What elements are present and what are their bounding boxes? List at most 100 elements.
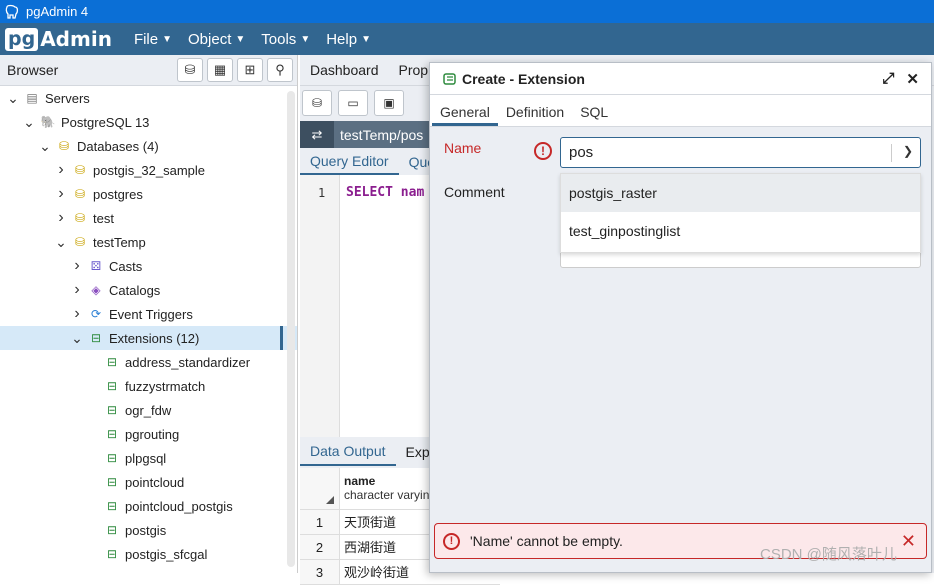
tree-item[interactable]: ⌄ ⛁ testTemp bbox=[0, 230, 297, 254]
window-title: pgAdmin 4 bbox=[26, 4, 89, 19]
tree-item[interactable]: ⊟ ogr_fdw bbox=[0, 398, 297, 422]
tree-item[interactable]: ⌄ ⛁ Databases (4) bbox=[0, 134, 297, 158]
open-file-button[interactable]: ▭ bbox=[338, 90, 368, 116]
search-objects-button[interactable]: ⚲ bbox=[267, 58, 293, 82]
tree-item-label: fuzzystrmatch bbox=[125, 378, 206, 394]
save-button[interactable]: ▣ bbox=[374, 90, 404, 116]
chevron-down-icon[interactable]: ⌄ bbox=[70, 330, 84, 347]
name-select-input[interactable]: pos ❯ bbox=[560, 137, 921, 168]
search-icon: ⚲ bbox=[275, 62, 285, 77]
tree-item[interactable]: › ◈ Catalogs bbox=[0, 278, 297, 302]
tree-item[interactable]: ⊟ fuzzystrmatch bbox=[0, 374, 297, 398]
tab-definition[interactable]: Definition bbox=[498, 104, 572, 126]
column-name: name bbox=[344, 474, 376, 488]
select-all-cell[interactable] bbox=[300, 468, 340, 509]
tree-item[interactable]: ⊟ pointcloud_postgis bbox=[0, 494, 297, 518]
chevron-right-icon[interactable]: › bbox=[70, 257, 84, 275]
database-icon: ⛁ bbox=[74, 211, 86, 225]
chevron-down-icon[interactable]: ⌄ bbox=[6, 90, 20, 107]
cell-value[interactable]: 观沙岭街道 bbox=[340, 560, 409, 584]
tree-item[interactable]: ⊟ postgis bbox=[0, 518, 297, 542]
tab-data-output[interactable]: Data Output bbox=[300, 438, 396, 466]
database-icon: ⛁ bbox=[58, 139, 70, 153]
event-triggers-icon: ⟳ bbox=[90, 307, 102, 321]
object-tree: ⌄ ▤ Servers ⌄ 🐘 PostgreSQL 13 ⌄ ⛁ Databases (4) ›… bbox=[0, 86, 297, 566]
tab-dashboard[interactable]: Dashboard bbox=[300, 62, 389, 78]
tree-item-label: pointcloud bbox=[125, 474, 185, 490]
chevron-right-icon[interactable]: › bbox=[54, 185, 68, 203]
tab-sql[interactable]: SQL bbox=[572, 104, 616, 126]
logo-admin: Admin bbox=[40, 27, 112, 51]
tree-item[interactable]: ⌄ 🐘 PostgreSQL 13 bbox=[0, 110, 297, 134]
filter-rows-button[interactable]: ⊞ bbox=[237, 58, 263, 82]
chevron-down-icon[interactable]: ⌄ bbox=[54, 234, 68, 251]
tab-general[interactable]: General bbox=[432, 104, 498, 126]
option-postgis-raster[interactable]: postgis_raster bbox=[561, 174, 920, 212]
tree-item[interactable]: ⊟ postgis_sfcgal bbox=[0, 542, 297, 566]
tree-item[interactable]: › ⛁ test bbox=[0, 206, 297, 230]
chevron-down-icon: ▼ bbox=[162, 33, 173, 45]
folder-icon: ▭ bbox=[347, 96, 359, 110]
close-icon[interactable]: ✕ bbox=[906, 70, 919, 88]
chevron-right-icon[interactable]: › bbox=[54, 161, 68, 179]
option-test-ginpostinglist[interactable]: test_ginpostinglist bbox=[561, 212, 920, 250]
tree-item[interactable]: › ⚄ Casts bbox=[0, 254, 297, 278]
tree-item-label: pointcloud_postgis bbox=[125, 498, 233, 514]
tree-item[interactable]: › ⟳ Event Triggers bbox=[0, 302, 297, 326]
browser-title: Browser bbox=[7, 62, 59, 78]
chevron-down-icon[interactable]: ⌄ bbox=[38, 138, 52, 155]
tree-item[interactable]: ⌄ ⊟ Extensions (12) bbox=[0, 326, 297, 350]
tree-item[interactable]: ⊟ address_standardizer bbox=[0, 350, 297, 374]
db-button[interactable]: ⛁ bbox=[302, 90, 332, 116]
dialog-title: Create - Extension bbox=[462, 70, 585, 87]
tree-item[interactable]: › ⛁ postgis_32_sample bbox=[0, 158, 297, 182]
menu-help[interactable]: Help ▼ bbox=[326, 31, 371, 48]
column-type: character varyin bbox=[344, 488, 430, 502]
chevron-right-icon[interactable]: › bbox=[54, 209, 68, 227]
select-separator bbox=[891, 144, 892, 162]
menu-file[interactable]: File ▼ bbox=[134, 31, 172, 48]
cell-value[interactable]: 西湖街道 bbox=[340, 535, 396, 559]
tree-item[interactable]: ⊟ plpgsql bbox=[0, 446, 297, 470]
database-icon: ⛁ bbox=[74, 163, 86, 177]
menu-object[interactable]: Object ▼ bbox=[188, 31, 245, 48]
connection-label: testTemp/pos bbox=[340, 126, 424, 143]
tab-query-editor[interactable]: Query Editor bbox=[300, 149, 399, 175]
menu-file-label: File bbox=[133, 30, 159, 48]
tree-item[interactable]: ⊟ pointcloud bbox=[0, 470, 297, 494]
tree-item[interactable]: › ⛁ postgres bbox=[0, 182, 297, 206]
error-icon: ! bbox=[534, 142, 552, 160]
extension-icon: ⊟ bbox=[106, 379, 118, 393]
dialog-title-bar[interactable]: Create - Extension ⤢ ✕ bbox=[430, 63, 931, 95]
chevron-down-icon[interactable]: ❯ bbox=[903, 144, 913, 158]
menu-tools[interactable]: Tools ▼ bbox=[261, 31, 310, 48]
column-header-name[interactable]: name character varyin bbox=[340, 468, 433, 509]
corner-triangle-icon bbox=[326, 496, 334, 504]
close-icon[interactable]: ✕ bbox=[901, 531, 916, 552]
tree-item-label: testTemp bbox=[93, 234, 146, 250]
menu-object-label: Object bbox=[188, 30, 232, 48]
pgadmin-logo: pg Admin bbox=[5, 26, 112, 52]
save-icon: ▣ bbox=[383, 96, 395, 110]
browser-scrollbar[interactable] bbox=[287, 91, 295, 567]
elephant-icon bbox=[5, 4, 19, 19]
tree-item[interactable]: ⊟ pgrouting bbox=[0, 422, 297, 446]
tree-item[interactable]: ⌄ ▤ Servers bbox=[0, 86, 297, 110]
maximize-icon[interactable]: ⤢ bbox=[882, 70, 894, 87]
line-number: 1 bbox=[318, 186, 326, 200]
extension-icon: ⊟ bbox=[106, 475, 118, 489]
chevron-right-icon[interactable]: › bbox=[70, 281, 84, 299]
browser-panel: Browser ⛁ ▦ ⊞ ⚲ ⌄ ▤ Servers ⌄ 🐘 PostgreSQL 13… bbox=[0, 55, 298, 573]
sql-code: SELECT nam bbox=[346, 185, 425, 200]
comment-label: Comment bbox=[444, 184, 505, 200]
query-tool-button[interactable]: ⛁ bbox=[177, 58, 203, 82]
tree-item-label: plpgsql bbox=[125, 450, 167, 466]
chevron-down-icon[interactable]: ⌄ bbox=[22, 114, 36, 131]
tree-item-label: postgis_32_sample bbox=[93, 162, 206, 178]
view-data-button[interactable]: ▦ bbox=[207, 58, 233, 82]
dialog-tabs: General Definition SQL bbox=[430, 95, 931, 127]
tree-item-label: postgis_sfcgal bbox=[125, 546, 208, 562]
cell-value[interactable]: 天顶街道 bbox=[340, 510, 396, 534]
name-options-dropdown: postgis_raster test_ginpostinglist bbox=[560, 173, 921, 253]
chevron-right-icon[interactable]: › bbox=[70, 305, 84, 323]
